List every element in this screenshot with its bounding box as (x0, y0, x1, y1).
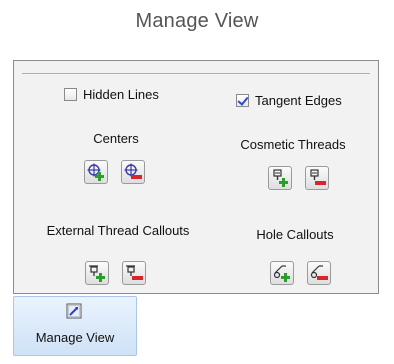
manage-view-panel: Hidden Lines Tangent Edges Centers Cosme… (13, 60, 379, 294)
hidden-lines-label: Hidden Lines (83, 87, 159, 102)
remove-cosmetic-thread-button[interactable] (305, 166, 329, 190)
remove-center-button[interactable] (121, 160, 145, 184)
remove-hole-callout-button[interactable] (307, 261, 331, 285)
hole-callouts-label: Hole Callouts (256, 227, 334, 242)
panel-divider (22, 73, 370, 74)
manage-view-button[interactable]: Manage View (13, 296, 137, 356)
thread-callout-add-icon (89, 265, 105, 282)
add-hole-callout-button[interactable] (270, 261, 294, 285)
add-cosmetic-thread-button[interactable] (268, 166, 292, 190)
tangent-edges-checkbox[interactable]: Tangent Edges (236, 93, 342, 108)
add-external-thread-callout-button[interactable] (85, 261, 109, 285)
cosmetic-threads-label: Cosmetic Threads (240, 137, 346, 152)
manage-view-icon (66, 303, 82, 319)
page-title: Manage View (135, 10, 259, 32)
add-center-button[interactable] (84, 160, 108, 184)
tangent-edges-label: Tangent Edges (255, 93, 342, 108)
center-add-icon (87, 163, 104, 181)
hole-callout-remove-icon (310, 265, 328, 280)
cosmetic-thread-add-icon (273, 169, 288, 187)
thread-callout-remove-icon (126, 265, 143, 280)
hidden-lines-checkbox-box[interactable] (64, 88, 77, 101)
centers-label: Centers (93, 131, 139, 146)
hole-callout-add-icon (273, 265, 290, 282)
manage-view-button-label: Manage View (35, 330, 115, 345)
center-remove-icon (124, 163, 142, 179)
remove-external-thread-callout-button[interactable] (122, 261, 146, 285)
tangent-edges-checkbox-box[interactable] (236, 94, 249, 107)
cosmetic-thread-remove-icon (310, 169, 326, 185)
hidden-lines-checkbox[interactable]: Hidden Lines (64, 87, 159, 102)
external-thread-callouts-label: External Thread Callouts (46, 223, 190, 238)
